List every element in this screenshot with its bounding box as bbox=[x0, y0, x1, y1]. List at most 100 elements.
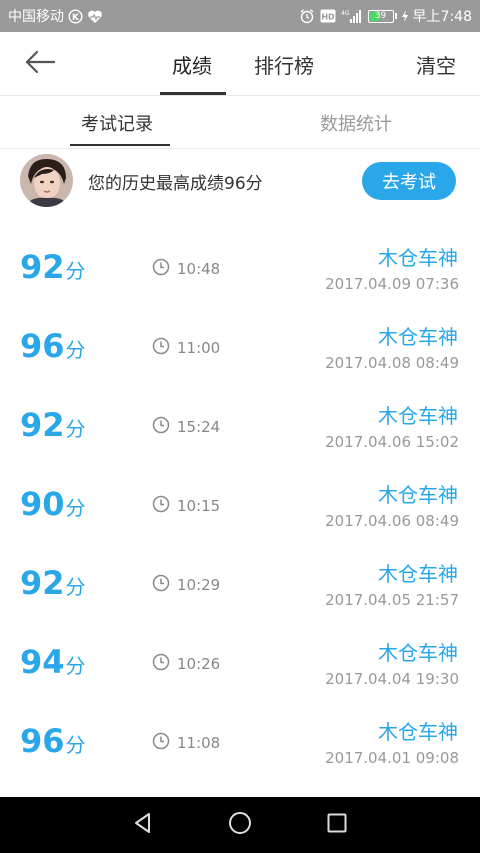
record-score-unit: 分 bbox=[65, 496, 86, 520]
charging-icon bbox=[401, 10, 408, 22]
record-row[interactable]: 94 分 10:26 木仓车神 2017.04.04 19:30 bbox=[0, 623, 480, 702]
avatar-image bbox=[20, 154, 73, 207]
clock-icon bbox=[152, 653, 170, 675]
record-row[interactable]: 96 分 11:08 木仓车神 2017.04.01 09:08 bbox=[0, 702, 480, 781]
record-datetime: 2017.04.01 09:08 bbox=[325, 749, 459, 767]
record-user-name: 木仓车神 bbox=[378, 641, 458, 665]
record-duration-value: 15:24 bbox=[177, 418, 221, 436]
app-screen: 中国移动 K HD 4G 39 早上7:48 成绩 排行榜 清空 考试记录 数据… bbox=[0, 0, 480, 853]
clock-icon bbox=[152, 732, 170, 754]
record-score-unit: 分 bbox=[65, 575, 86, 599]
record-user-name: 木仓车神 bbox=[378, 404, 458, 428]
hd-icon: HD bbox=[320, 9, 336, 23]
record-duration-value: 10:48 bbox=[177, 260, 221, 278]
alarm-clock-icon bbox=[299, 8, 315, 24]
clear-button[interactable]: 清空 bbox=[416, 32, 456, 96]
status-time: 早上7:48 bbox=[412, 9, 472, 25]
heart-pulse-icon bbox=[87, 9, 103, 24]
svg-text:HD: HD bbox=[321, 13, 335, 22]
record-row[interactable]: 92 分 10:29 木仓车神 2017.04.05 21:57 bbox=[0, 544, 480, 623]
record-score-value: 92 bbox=[20, 248, 65, 286]
tab-score-indicator bbox=[160, 92, 226, 95]
record-score: 96 分 bbox=[20, 722, 86, 760]
record-score: 94 分 bbox=[20, 643, 86, 681]
svg-text:4G: 4G bbox=[341, 10, 350, 17]
svg-text:K: K bbox=[72, 13, 80, 23]
record-duration-value: 11:08 bbox=[177, 734, 221, 752]
system-nav-bar bbox=[0, 797, 480, 853]
record-score-unit: 分 bbox=[65, 654, 86, 678]
record-score-value: 92 bbox=[20, 406, 65, 444]
record-datetime: 2017.04.08 08:49 bbox=[325, 354, 459, 372]
sub-tabs: 考试记录 数据统计 bbox=[0, 97, 480, 149]
record-row[interactable]: 92 分 10:48 木仓车神 2017.04.09 07:36 bbox=[0, 228, 480, 307]
record-row[interactable]: 90 分 10:15 木仓车神 2017.04.06 08:49 bbox=[0, 465, 480, 544]
record-score-unit: 分 bbox=[65, 338, 86, 362]
record-duration: 10:15 bbox=[152, 495, 220, 517]
record-duration: 10:29 bbox=[152, 574, 220, 596]
best-score-text: 您的历史最高成绩96分 bbox=[88, 173, 263, 194]
record-user-name: 木仓车神 bbox=[378, 246, 458, 270]
subtab-records-indicator bbox=[70, 144, 170, 146]
k-circle-icon: K bbox=[68, 8, 83, 24]
record-duration-value: 10:15 bbox=[177, 497, 221, 515]
exam-records-list: 92 分 10:48 木仓车神 2017.04.09 07:36 96 分 11:00 木仓车神… bbox=[0, 228, 480, 781]
tab-ranking[interactable]: 排行榜 bbox=[254, 32, 314, 96]
back-arrow-icon bbox=[24, 50, 56, 78]
status-bar: 中国移动 K HD 4G 39 早上7:48 bbox=[0, 0, 480, 32]
record-score-value: 92 bbox=[20, 564, 65, 602]
record-datetime: 2017.04.06 15:02 bbox=[325, 433, 459, 451]
tab-score[interactable]: 成绩 bbox=[172, 32, 212, 96]
nav-back-button[interactable] bbox=[129, 811, 157, 839]
back-button[interactable] bbox=[22, 50, 58, 78]
nav-home-button[interactable] bbox=[226, 811, 254, 839]
carrier-name: 中国移动 bbox=[8, 9, 64, 25]
clock-icon bbox=[152, 258, 170, 280]
record-score: 92 分 bbox=[20, 248, 86, 286]
record-score: 90 分 bbox=[20, 485, 86, 523]
record-score: 92 分 bbox=[20, 406, 86, 444]
record-score-unit: 分 bbox=[65, 417, 86, 441]
record-row[interactable]: 92 分 15:24 木仓车神 2017.04.06 15:02 bbox=[0, 386, 480, 465]
battery-tip bbox=[394, 13, 397, 19]
signal-icon: 4G bbox=[341, 9, 363, 24]
record-score-value: 94 bbox=[20, 643, 65, 681]
record-duration: 10:26 bbox=[152, 653, 220, 675]
record-score-value: 96 bbox=[20, 722, 65, 760]
record-datetime: 2017.04.09 07:36 bbox=[325, 275, 459, 293]
top-header: 成绩 排行榜 清空 bbox=[0, 32, 480, 96]
nav-recents-button[interactable] bbox=[323, 811, 351, 839]
record-row[interactable]: 96 分 11:00 木仓车神 2017.04.08 08:49 bbox=[0, 307, 480, 386]
record-user-name: 木仓车神 bbox=[378, 562, 458, 586]
triangle-back-icon bbox=[131, 811, 155, 839]
record-score-value: 96 bbox=[20, 327, 65, 365]
subtab-exam-records[interactable]: 考试记录 bbox=[81, 97, 153, 149]
record-datetime: 2017.04.06 08:49 bbox=[325, 512, 459, 530]
record-score-unit: 分 bbox=[65, 733, 86, 757]
record-score: 92 分 bbox=[20, 564, 86, 602]
record-user-name: 木仓车神 bbox=[378, 325, 458, 349]
record-duration: 11:08 bbox=[152, 732, 220, 754]
take-exam-button[interactable]: 去考试 bbox=[362, 162, 456, 200]
circle-home-icon bbox=[227, 810, 253, 840]
record-user-name: 木仓车神 bbox=[378, 483, 458, 507]
avatar[interactable] bbox=[20, 154, 73, 207]
record-score-unit: 分 bbox=[65, 259, 86, 283]
square-recents-icon bbox=[325, 811, 349, 839]
battery-body: 39 bbox=[367, 9, 394, 23]
clock-icon bbox=[152, 574, 170, 596]
record-score-value: 90 bbox=[20, 485, 65, 523]
profile-summary: 您的历史最高成绩96分 去考试 bbox=[0, 150, 480, 214]
record-duration-value: 10:26 bbox=[177, 655, 221, 673]
record-duration-value: 10:29 bbox=[177, 576, 221, 594]
record-user-name: 木仓车神 bbox=[378, 720, 458, 744]
status-right: HD 4G 39 早上7:48 bbox=[299, 6, 472, 26]
record-datetime: 2017.04.05 21:57 bbox=[325, 591, 459, 609]
record-datetime: 2017.04.04 19:30 bbox=[325, 670, 459, 688]
record-duration-value: 11:00 bbox=[177, 339, 221, 357]
clock-icon bbox=[152, 416, 170, 438]
battery-icon: 39 bbox=[367, 9, 397, 23]
battery-level: 39 bbox=[374, 10, 387, 21]
subtab-statistics[interactable]: 数据统计 bbox=[320, 97, 392, 149]
record-duration: 15:24 bbox=[152, 416, 220, 438]
